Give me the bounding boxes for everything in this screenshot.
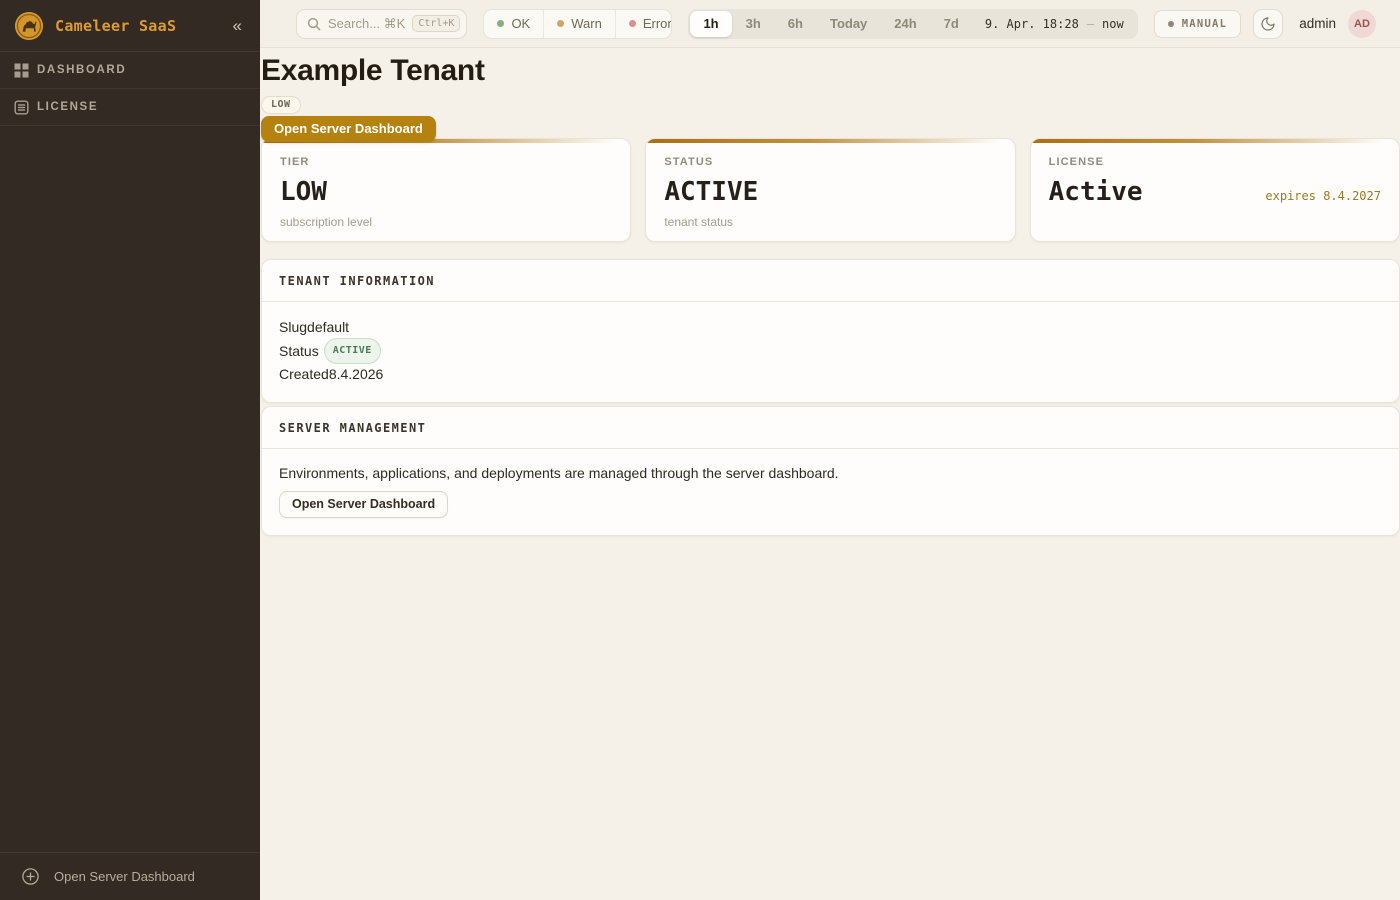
- circle-plus-icon: [22, 868, 39, 885]
- topbar: Search... ⌘K Ctrl+K OK Warn Error Runnin…: [260, 0, 1400, 48]
- info-row-status: Status ACTIVE: [279, 338, 1382, 364]
- sidebar-item-label: DASHBOARD: [37, 64, 126, 76]
- sidebar-footer-label: Open Server Dashboard: [54, 869, 195, 884]
- app-title: Cameleer SaaS: [55, 17, 218, 35]
- ok-dot-icon: [497, 20, 504, 27]
- page-title: Example Tenant: [261, 54, 1400, 88]
- time-range-display[interactable]: 9. Apr. 18:28 – now: [973, 17, 1136, 31]
- open-server-dashboard-button[interactable]: Open Server Dashboard: [261, 116, 436, 142]
- topbar-right-cluster: MANUAL admin AD: [1154, 9, 1376, 39]
- status-filter-label: Error: [643, 16, 672, 31]
- sidebar-collapse-icon[interactable]: «: [229, 15, 246, 36]
- avatar[interactable]: AD: [1348, 10, 1376, 38]
- refresh-mode-button[interactable]: MANUAL: [1154, 10, 1242, 38]
- time-range-group: 1h 3h 6h Today 24h 7d 9. Apr. 18:28 – no…: [688, 9, 1137, 39]
- status-filter-warn[interactable]: Warn: [543, 10, 615, 38]
- stat-card-sub: tenant status: [664, 215, 996, 229]
- time-from: 9. Apr. 18:28: [985, 17, 1079, 31]
- sidebar-header: Cameleer SaaS «: [0, 0, 260, 52]
- stat-card-value: ACTIVE: [664, 179, 996, 205]
- time-separator: –: [1087, 17, 1094, 31]
- status-filter-label: OK: [511, 16, 530, 31]
- status-filter-ok[interactable]: OK: [484, 10, 543, 38]
- grid-icon: [14, 63, 29, 78]
- search-icon: [307, 17, 321, 31]
- time-range-24h[interactable]: 24h: [881, 11, 929, 37]
- stat-card-value: Active: [1049, 179, 1143, 205]
- search-shortcut-kbd: Ctrl+K: [412, 15, 460, 32]
- server-management-description: Environments, applications, and deployme…: [279, 465, 1382, 481]
- time-range-6h[interactable]: 6h: [775, 11, 816, 37]
- tier-badge: LOW: [261, 96, 301, 114]
- section-header: SERVER MANAGEMENT: [262, 407, 1399, 449]
- stat-card-label: TIER: [280, 156, 612, 168]
- tier-card: TIER LOW subscription level: [261, 138, 631, 242]
- moon-icon: [1260, 16, 1276, 32]
- license-icon: [14, 100, 29, 115]
- app-logo-camel-icon: [14, 11, 44, 41]
- main-area: Search... ⌘K Ctrl+K OK Warn Error Runnin…: [260, 0, 1400, 900]
- stat-card-label: STATUS: [664, 156, 996, 168]
- time-range-3h[interactable]: 3h: [733, 11, 774, 37]
- status-card: STATUS ACTIVE tenant status: [645, 138, 1015, 242]
- status-filter-error[interactable]: Error: [615, 10, 673, 38]
- sidebar-item-license[interactable]: LICENSE: [0, 89, 260, 126]
- license-card: LICENSE Active expires 8.4.2027: [1030, 138, 1400, 242]
- section-header: TENANT INFORMATION: [262, 260, 1399, 302]
- time-to: now: [1102, 17, 1124, 31]
- time-range-1h[interactable]: 1h: [690, 11, 731, 37]
- license-expiry: expires 8.4.2027: [1265, 189, 1381, 203]
- user-name: admin: [1299, 16, 1336, 31]
- info-value: default: [307, 317, 349, 338]
- error-dot-icon: [629, 20, 636, 27]
- server-management-card: SERVER MANAGEMENT Environments, applicat…: [261, 406, 1400, 536]
- stat-card-label: LICENSE: [1049, 156, 1381, 168]
- time-range-today[interactable]: Today: [817, 11, 880, 37]
- tenant-information-card: TENANT INFORMATION Slugdefault Status AC…: [261, 259, 1400, 403]
- info-value: 8.4.2026: [329, 364, 384, 385]
- info-label: Status: [279, 341, 319, 362]
- page-content: Example Tenant LOW Open Server Dashboard…: [260, 48, 1400, 900]
- warn-dot-icon: [557, 20, 564, 27]
- status-filter-group: OK Warn Error Running: [483, 9, 672, 39]
- sidebar-spacer: [0, 126, 260, 852]
- theme-toggle-button[interactable]: [1253, 9, 1283, 39]
- manual-label: MANUAL: [1182, 18, 1228, 30]
- info-row-created: Created8.4.2026: [279, 364, 1382, 385]
- sidebar-open-server-dashboard[interactable]: Open Server Dashboard: [0, 852, 260, 900]
- status-filter-label: Warn: [571, 16, 602, 31]
- info-row-slug: Slugdefault: [279, 317, 1382, 338]
- time-range-7d[interactable]: 7d: [931, 11, 972, 37]
- stat-cards-row: TIER LOW subscription level STATUS ACTIV…: [261, 138, 1400, 242]
- stat-card-sub: subscription level: [280, 215, 612, 229]
- sidebar-item-label: LICENSE: [37, 101, 98, 113]
- manual-dot-icon: [1168, 21, 1174, 27]
- open-server-dashboard-secondary-button[interactable]: Open Server Dashboard: [279, 491, 448, 518]
- stat-card-value: LOW: [280, 179, 612, 205]
- sidebar-item-dashboard[interactable]: DASHBOARD: [0, 52, 260, 89]
- info-label: Slug: [279, 317, 307, 338]
- search-placeholder: Search... ⌘K: [328, 16, 405, 32]
- sidebar: Cameleer SaaS « DASHBOARD LICENSE: [0, 0, 260, 900]
- search-input[interactable]: Search... ⌘K Ctrl+K: [296, 9, 467, 39]
- info-label: Created: [279, 364, 329, 385]
- status-badge: ACTIVE: [324, 338, 381, 364]
